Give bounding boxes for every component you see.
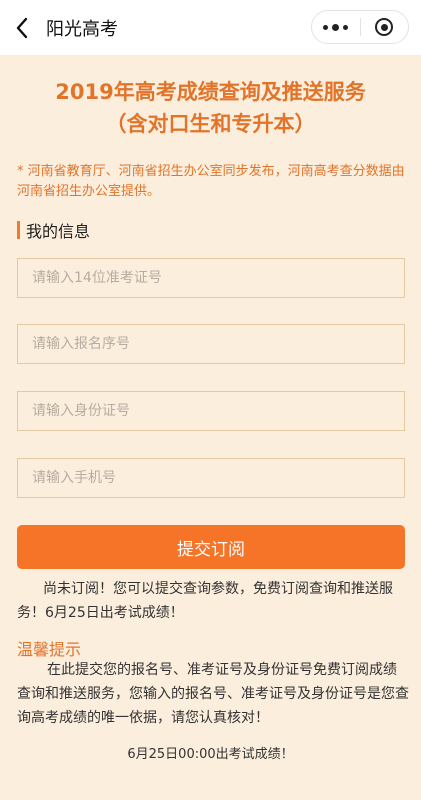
subscription-status-text: 尚未订阅！您可以提交查询参数，免费订阅查询和推送服务！6月25日出考试成绩！ xyxy=(17,581,393,621)
nav-bar: 阳光高考 xyxy=(0,0,421,56)
back-button[interactable] xyxy=(0,0,44,56)
mini-program-capsule xyxy=(311,10,409,44)
submit-subscription-button[interactable]: 提交订阅 xyxy=(17,525,405,569)
score-release-notice: 6月25日00:00出考试成绩！ xyxy=(127,747,294,762)
page-subtitle: （含对口生和专升本） xyxy=(105,112,316,136)
close-button[interactable] xyxy=(361,11,409,43)
more-button[interactable] xyxy=(312,11,360,43)
tips-body: 在此提交您的报名号、准考证号及身份证号免费订阅成绩查询和推送服务，您输入的报名号… xyxy=(17,662,409,726)
registration-number-input[interactable] xyxy=(17,324,405,364)
tips-title: 温馨提示 xyxy=(17,640,82,659)
chevron-left-icon xyxy=(16,17,28,38)
section-marker xyxy=(17,221,20,239)
record-circle-icon xyxy=(375,18,394,36)
data-source-notice: * 河南省教育厅、河南省招生办公室同步发布，河南高考查分数据由河南省招生办公室提… xyxy=(17,164,405,199)
exam-id-input[interactable] xyxy=(17,258,405,298)
page-title: 2019年高考成绩查询及推送服务 xyxy=(55,80,366,104)
more-dots-icon xyxy=(323,23,349,31)
nav-title: 阳光高考 xyxy=(46,18,118,40)
id-card-input[interactable] xyxy=(17,391,405,431)
section-header: 我的信息 xyxy=(17,219,90,241)
phone-input[interactable] xyxy=(17,458,405,498)
section-title: 我的信息 xyxy=(26,222,91,241)
